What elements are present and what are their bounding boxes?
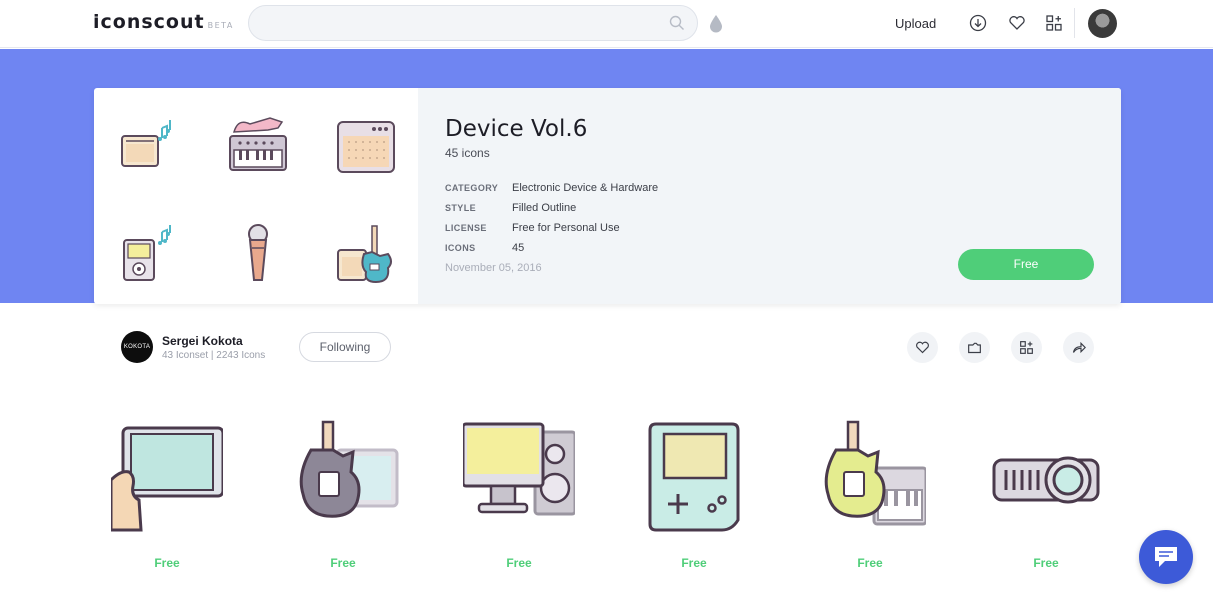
icon-price-label: Free — [506, 556, 532, 570]
meta-value-icons: 45 — [512, 242, 525, 254]
icon-card[interactable]: Free — [986, 420, 1106, 580]
free-download-button[interactable]: Free — [958, 249, 1094, 280]
avatar[interactable] — [1088, 9, 1117, 38]
meta-value-style[interactable]: Filled Outline — [512, 202, 576, 214]
heart-icon — [916, 341, 929, 354]
guitar-keyboard-icon — [824, 420, 926, 526]
meta-key-license: LICENSE — [445, 223, 487, 233]
share-icon — [1072, 341, 1086, 354]
folder-icon — [968, 342, 981, 354]
chat-icon — [1155, 547, 1177, 567]
like-set-button[interactable] — [907, 332, 938, 363]
gameboy-icon — [648, 422, 740, 532]
search-input[interactable] — [248, 5, 698, 41]
collections-icon — [1020, 341, 1033, 354]
drop-icon[interactable] — [709, 14, 723, 33]
tablet-hand-icon — [111, 426, 223, 532]
icon-card[interactable]: Free — [107, 420, 227, 580]
guitar-amp-icon — [337, 225, 392, 284]
following-button[interactable]: Following — [299, 332, 391, 362]
author-avatar[interactable]: KOKOTA — [121, 331, 153, 363]
icon-card[interactable]: Free — [283, 420, 403, 580]
icon-price-label: Free — [857, 556, 883, 570]
collections-icon[interactable] — [1045, 14, 1063, 32]
nav-divider — [1074, 8, 1075, 38]
beta-badge: BETA — [207, 21, 234, 30]
meta-value-license[interactable]: Free for Personal Use — [512, 222, 620, 234]
iconset-title: Device Vol.6 — [445, 116, 588, 142]
speaker-amp-icon — [337, 121, 395, 173]
add-collection-button[interactable] — [1011, 332, 1042, 363]
projector-icon — [992, 456, 1100, 504]
icon-card[interactable]: Free — [810, 420, 930, 580]
meta-key-category: CATEGORY — [445, 183, 499, 193]
meta-value-category[interactable]: Electronic Device & Hardware — [512, 182, 658, 194]
microphone-icon — [248, 224, 268, 281]
meta-key-icons: ICONS — [445, 243, 476, 253]
heart-icon[interactable] — [1008, 14, 1026, 32]
icon-price-label: Free — [154, 556, 180, 570]
desktop-speaker-icon — [463, 422, 575, 516]
music-player-icon — [123, 225, 171, 281]
search-icon[interactable] — [669, 15, 685, 31]
download-icon[interactable] — [969, 14, 987, 32]
synthesizer-guitar-icon — [229, 117, 287, 171]
save-set-button[interactable] — [959, 332, 990, 363]
amplifier-music-icon — [121, 120, 171, 167]
share-button[interactable] — [1063, 332, 1094, 363]
meta-key-style: STYLE — [445, 203, 477, 213]
author-name[interactable]: Sergei Kokota — [162, 334, 243, 348]
icon-card[interactable]: Free — [634, 420, 754, 580]
iconset-count: 45 icons — [445, 146, 490, 160]
chat-button[interactable] — [1139, 530, 1193, 584]
logo[interactable]: iconscout BETA — [93, 11, 234, 33]
icon-price-label: Free — [330, 556, 356, 570]
publish-date: November 05, 2016 — [445, 262, 542, 274]
upload-link[interactable]: Upload — [895, 16, 936, 31]
guitar-monitor-icon — [299, 420, 399, 518]
author-stats: 43 Iconset | 2243 Icons — [162, 350, 266, 361]
iconset-card: Device Vol.6 45 icons CATEGORY Electroni… — [94, 88, 1121, 304]
top-navbar: iconscout BETA Upload — [0, 0, 1213, 48]
icon-price-label: Free — [1033, 556, 1059, 570]
icon-price-label: Free — [681, 556, 707, 570]
icon-card[interactable]: Free — [459, 420, 579, 580]
